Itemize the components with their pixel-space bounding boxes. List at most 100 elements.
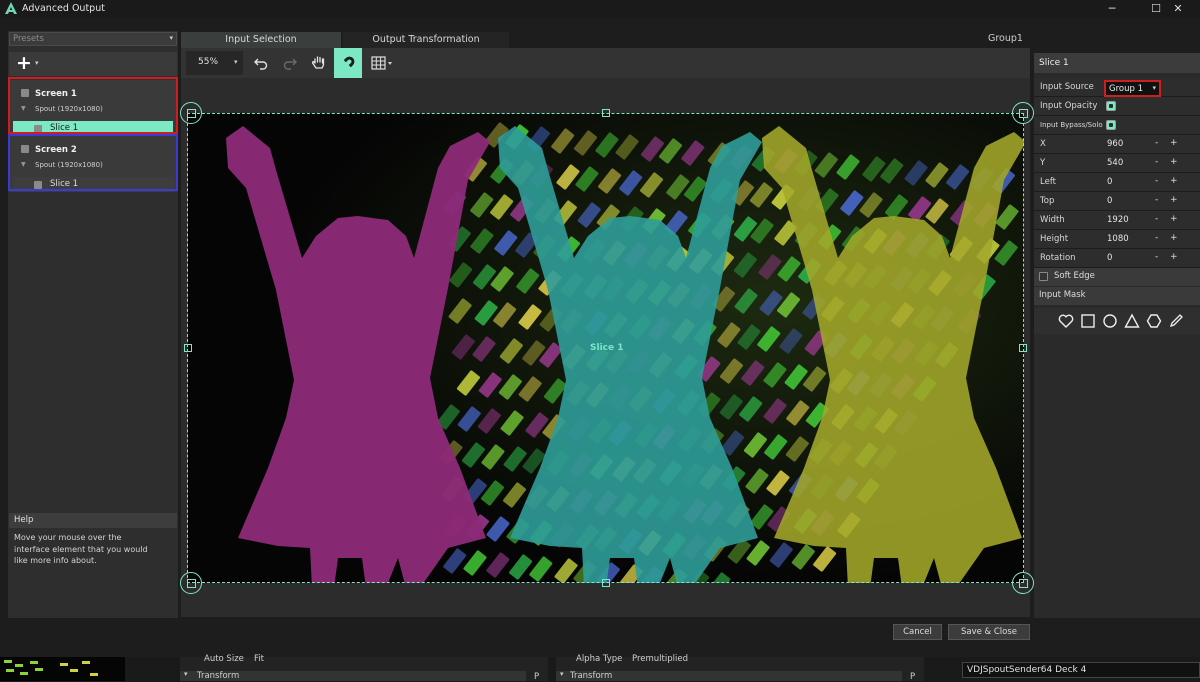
right-deck-panel: Alpha Type Premultiplied ▾ Transform P <box>556 654 924 682</box>
presets-placeholder: Presets <box>13 34 44 44</box>
decrement-button[interactable]: - <box>1155 195 1158 205</box>
increment-button[interactable]: + <box>1170 138 1178 148</box>
pan-tool-button[interactable] <box>306 51 332 75</box>
soft-edge-checkbox[interactable] <box>1039 272 1048 281</box>
screen-list: Screen 1 ▼ Spout (1920x1080) Slice 1 Scr… <box>8 76 178 510</box>
prop-value-input[interactable]: 960 <box>1107 139 1123 149</box>
save-and-close-button[interactable]: Save & Close <box>948 624 1030 640</box>
input-bypass-label: Input Bypass/Solo <box>1040 121 1103 129</box>
close-button[interactable]: ✕ <box>1156 0 1200 18</box>
input-opacity-label: Input Opacity <box>1040 101 1098 111</box>
zoom-value: 55% <box>198 57 219 67</box>
zoom-dropdown[interactable]: 55% ▾ <box>186 51 243 75</box>
input-source-label: Input Source <box>1040 82 1094 92</box>
decrement-button[interactable]: - <box>1155 233 1158 243</box>
transform-row[interactable]: ▾ Transform <box>180 670 526 681</box>
undo-icon <box>254 58 268 70</box>
prop-row-top: Top 0 - + <box>1034 192 1200 211</box>
resize-handle-top[interactable] <box>602 109 610 117</box>
help-text: Move your mouse over the interface eleme… <box>14 533 148 565</box>
input-mask-label: Input Mask <box>1039 290 1086 300</box>
prop-label: Width <box>1040 215 1065 225</box>
input-mask-header: Input Mask <box>1034 287 1200 305</box>
mask-tools <box>1034 308 1200 334</box>
corner-handle-top-left[interactable] <box>180 102 202 124</box>
alpha-type-label: Alpha Type <box>576 654 623 664</box>
add-screen-button[interactable]: + <box>16 52 32 74</box>
decrement-button[interactable]: - <box>1155 252 1158 262</box>
input-opacity-row: Input Opacity <box>1034 97 1200 116</box>
screen1-highlight-frame <box>8 77 178 134</box>
prop-label: Rotation <box>1040 253 1076 263</box>
grid-icon <box>371 56 392 70</box>
corner-handle-bottom-left[interactable] <box>180 572 202 594</box>
input-opacity-checkbox[interactable] <box>1106 101 1116 111</box>
properties-title: Slice 1 <box>1039 58 1069 68</box>
app-logo-icon <box>5 2 17 14</box>
input-bypass-checkbox[interactable] <box>1106 120 1116 130</box>
heart-icon[interactable] <box>1058 313 1074 329</box>
circle-icon[interactable] <box>1102 313 1118 329</box>
expand-arrow-icon: ▾ <box>184 670 188 678</box>
corner-handle-bottom-right[interactable] <box>1012 572 1034 594</box>
corner-handle-top-right[interactable] <box>1012 102 1034 124</box>
input-source-dropdown[interactable]: Group 1 ▾ <box>1104 80 1161 97</box>
soft-edge-row[interactable]: Soft Edge <box>1034 268 1200 286</box>
redo-button[interactable] <box>277 51 303 75</box>
increment-button[interactable]: + <box>1170 157 1178 167</box>
canvas-toolbar: 55% ▾ <box>181 48 1030 78</box>
increment-button[interactable]: + <box>1170 252 1178 262</box>
hexagon-icon[interactable] <box>1146 313 1162 329</box>
tab-input-selection[interactable]: Input Selection <box>181 32 341 48</box>
chevron-down-icon: ▾ <box>234 58 238 66</box>
rectangle-icon[interactable] <box>1080 313 1096 329</box>
presets-dropdown[interactable]: Presets ▾ <box>9 32 177 46</box>
hand-icon <box>311 56 325 69</box>
deck-name-label: VDJSpoutSender64 Deck 4 <box>962 662 1200 678</box>
triangle-icon[interactable] <box>1124 313 1140 329</box>
group-label: Group1 <box>988 33 1023 44</box>
magnet-icon <box>343 56 355 68</box>
grid-button[interactable] <box>367 51 397 75</box>
left-deck-panel: Auto Size Fit ▾ Transform P <box>180 654 548 682</box>
resize-handle-right[interactable] <box>1019 344 1027 352</box>
transform-row[interactable]: ▾ Transform <box>556 670 902 681</box>
prop-value-input[interactable]: 0 <box>1107 177 1112 187</box>
increment-button[interactable]: + <box>1170 214 1178 224</box>
screen2-highlight-frame <box>8 134 178 191</box>
title-bar <box>0 0 1200 18</box>
prop-value-input[interactable]: 1920 <box>1107 215 1129 225</box>
tab-output-transformation[interactable]: Output Transformation <box>343 32 509 48</box>
decrement-button[interactable]: - <box>1155 138 1158 148</box>
transform-label: Transform <box>570 671 613 681</box>
increment-button[interactable]: + <box>1170 176 1178 186</box>
increment-button[interactable]: + <box>1170 195 1178 205</box>
alpha-type-value[interactable]: Premultiplied <box>632 654 688 664</box>
prop-label: Top <box>1040 196 1055 206</box>
decrement-button[interactable]: - <box>1155 157 1158 167</box>
prop-row-y: Y 540 - + <box>1034 154 1200 173</box>
soft-edge-label: Soft Edge <box>1054 271 1095 281</box>
undo-button[interactable] <box>248 51 274 75</box>
decrement-button[interactable]: - <box>1155 176 1158 186</box>
expand-arrow-icon: ▾ <box>560 670 564 678</box>
resize-handle-left[interactable] <box>184 344 192 352</box>
help-header: Help <box>9 513 177 528</box>
prop-value-input[interactable]: 0 <box>1107 196 1112 206</box>
slice-title-bar: Slice 1 <box>1034 53 1200 73</box>
add-menu-caret-icon[interactable]: ▾ <box>35 59 39 67</box>
resize-handle-bottom[interactable] <box>602 579 610 587</box>
chevron-down-icon: ▾ <box>1152 84 1156 92</box>
increment-button[interactable]: + <box>1170 233 1178 243</box>
magnet-snap-button[interactable] <box>334 48 362 78</box>
auto-size-value[interactable]: Fit <box>254 654 264 664</box>
cancel-button[interactable]: Cancel <box>893 624 942 640</box>
pencil-icon[interactable] <box>1168 313 1184 329</box>
add-screen-bar: + ▾ <box>9 52 177 76</box>
deck-thumbnail <box>0 657 125 681</box>
prop-value-input[interactable]: 540 <box>1107 158 1123 168</box>
prop-value-input[interactable]: 0 <box>1107 253 1112 263</box>
minimize-button[interactable]: ─ <box>1090 0 1134 18</box>
prop-value-input[interactable]: 1080 <box>1107 234 1129 244</box>
decrement-button[interactable]: - <box>1155 214 1158 224</box>
